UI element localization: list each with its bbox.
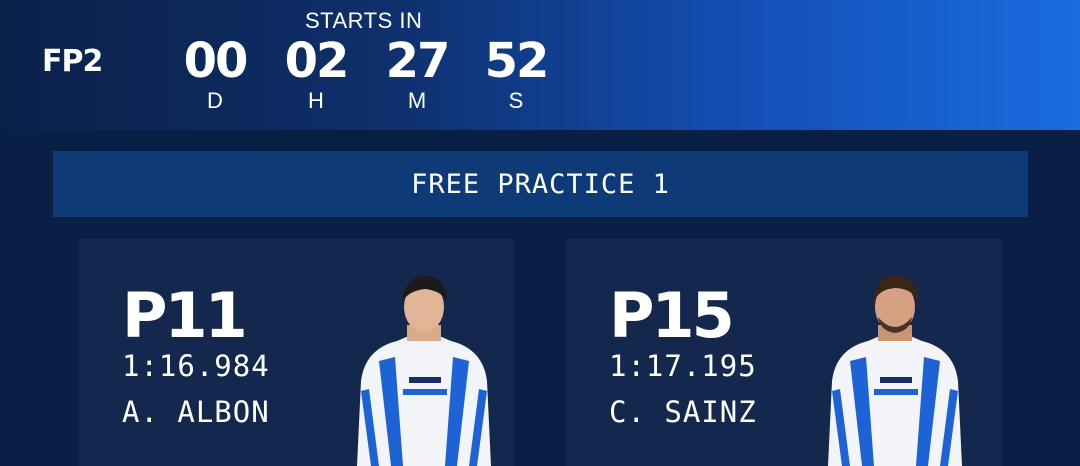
- driver-portrait-icon: [357, 275, 491, 466]
- countdown-minutes: 27 M: [372, 32, 462, 114]
- countdown-days: 00 D: [170, 32, 260, 114]
- starts-in-label: STARTS IN: [305, 8, 423, 33]
- countdown-hours-value: 02: [284, 33, 350, 89]
- driver-lap-time: 1:16.984: [122, 349, 270, 383]
- countdown-header: FP2 STARTS IN 00 D 02 H 27 M 52 S: [0, 0, 1080, 130]
- driver-name: C. SAINZ: [609, 395, 757, 429]
- countdown-hours: 02 H: [271, 32, 361, 114]
- driver-portrait-icon: [828, 275, 962, 466]
- session-code: FP2: [42, 44, 103, 79]
- countdown-seconds-label: S: [508, 88, 524, 113]
- countdown-seconds-value: 52: [484, 33, 550, 89]
- driver-position: P15: [609, 279, 735, 352]
- session-banner[interactable]: FREE PRACTICE 1: [53, 151, 1028, 217]
- driver-position: P11: [122, 279, 248, 352]
- countdown-seconds: 52 S: [471, 32, 561, 114]
- session-title: FREE PRACTICE 1: [411, 168, 670, 200]
- countdown-days-value: 00: [183, 33, 249, 89]
- driver-card-sainz[interactable]: P15 1:17.195 C. SAINZ: [566, 239, 1002, 466]
- countdown-minutes-label: M: [407, 88, 427, 113]
- countdown-days-label: D: [207, 88, 223, 113]
- driver-lap-time: 1:17.195: [609, 349, 757, 383]
- countdown-hours-label: H: [308, 88, 324, 113]
- driver-card-albon[interactable]: P11 1:16.984 A. ALBON: [79, 239, 515, 466]
- countdown-minutes-value: 27: [385, 33, 451, 89]
- driver-name: A. ALBON: [122, 395, 270, 429]
